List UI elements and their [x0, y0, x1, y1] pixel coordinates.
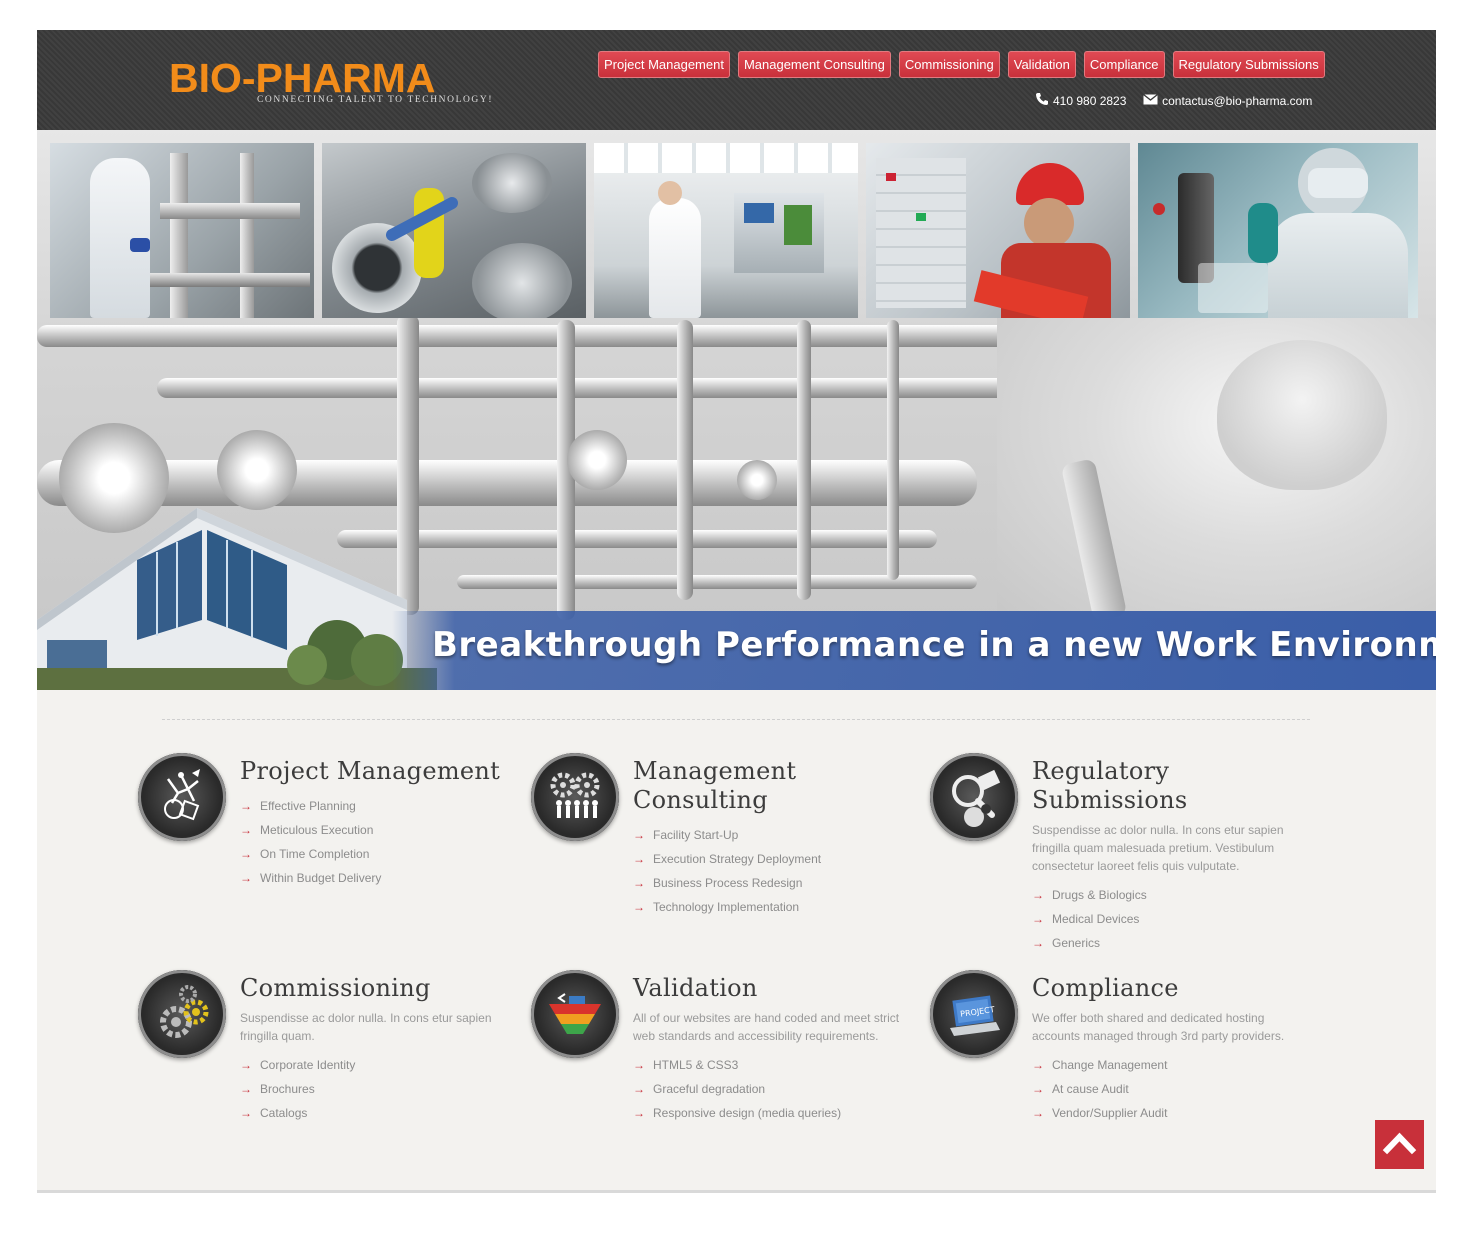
process-diagram-icon — [531, 970, 619, 1058]
list-item[interactable]: → Meticulous Execution — [240, 818, 520, 842]
nav-commissioning[interactable]: Commissioning — [898, 51, 1000, 78]
service-list: → HTML5 & CSS3 → Graceful degradation → Res… — [633, 1053, 913, 1125]
hero-banner: Breakthrough Performance in a new Work E… — [37, 130, 1436, 690]
service-list: → Effective Planning → Meticulous Executio… — [240, 794, 520, 890]
contact-info: 410 980 2823 contactus@bio-pharma.com — [1035, 92, 1312, 108]
email-link[interactable]: contactus@bio-pharma.com — [1162, 94, 1312, 108]
list-item[interactable]: → Graceful degradation — [633, 1077, 913, 1101]
arrow-right-icon: → — [240, 1058, 252, 1072]
list-item[interactable]: → Medical Devices — [1032, 907, 1322, 931]
service-description: All of our websites are hand coded and m… — [633, 1011, 900, 1043]
service-title[interactable]: Compliance — [1032, 974, 1312, 1003]
list-item[interactable]: → Facility Start-Up — [633, 823, 833, 847]
list-item[interactable]: → Within Budget Delivery — [240, 866, 520, 890]
arrow-right-icon: → — [240, 799, 252, 813]
arrow-right-icon: → — [633, 1106, 645, 1120]
arrow-right-icon: → — [633, 1082, 645, 1096]
list-item[interactable]: → HTML5 & CSS3 — [633, 1053, 913, 1077]
page: BIO-PHARMA CONNECTING TALENT TO TECHNOLO… — [37, 30, 1436, 1193]
list-item[interactable]: → Corporate Identity — [240, 1053, 510, 1077]
arrow-right-icon: → — [1032, 1058, 1044, 1072]
list-item[interactable]: → Effective Planning — [240, 794, 520, 818]
arrow-right-icon: → — [633, 900, 645, 914]
site-header: BIO-PHARMA CONNECTING TALENT TO TECHNOLO… — [37, 30, 1436, 130]
hero-photo-engineer-clipboard — [866, 143, 1130, 318]
envelope-icon — [1143, 93, 1158, 109]
magnifier-document-icon — [930, 753, 1018, 841]
list-item[interactable]: → Drugs & Biologics — [1032, 883, 1322, 907]
arrow-right-icon: → — [240, 823, 252, 837]
service-title[interactable]: Validation — [633, 974, 913, 1003]
list-item[interactable]: → Business Process Redesign — [633, 871, 833, 895]
list-item[interactable]: → Vendor/Supplier Audit — [1032, 1101, 1312, 1125]
arrow-right-icon: → — [240, 871, 252, 885]
service-list: → Drugs & Biologics → Medical Devices → Gen… — [1032, 883, 1322, 955]
service-title[interactable]: Commissioning — [240, 974, 510, 1003]
nav-management-consulting[interactable]: Management Consulting — [737, 51, 891, 78]
service-description: Suspendisse ac dolor nulla. In cons etur… — [1032, 823, 1284, 873]
hero-photo-scientist-microscope — [1138, 143, 1418, 318]
arrow-right-icon: → — [1032, 912, 1044, 926]
hero-photo-lab-technician — [594, 143, 858, 318]
scroll-to-top-button[interactable] — [1375, 1120, 1424, 1169]
main-nav: Project Management Management Consulting… — [598, 51, 1325, 78]
list-item[interactable]: → Brochures — [240, 1077, 510, 1101]
nav-project-management[interactable]: Project Management — [598, 51, 730, 78]
service-title[interactable]: Management Consulting — [633, 757, 833, 815]
hero-headline-bar: Breakthrough Performance in a new Work E… — [392, 611, 1436, 690]
hero-building — [37, 500, 437, 690]
arrow-right-icon: → — [240, 1106, 252, 1120]
phone-number[interactable]: 410 980 2823 — [1053, 94, 1126, 108]
arrow-right-icon: → — [1032, 936, 1044, 950]
project-laptop-icon: PROJECT — [930, 970, 1018, 1058]
service-description: Suspendisse ac dolor nulla. In cons etur… — [240, 1011, 492, 1043]
arrow-right-icon: → — [240, 1082, 252, 1096]
arrow-right-icon: → — [633, 828, 645, 842]
list-item[interactable]: → Technology Implementation — [633, 895, 833, 919]
arrow-right-icon: → — [1032, 1082, 1044, 1096]
nav-validation[interactable]: Validation — [1007, 51, 1076, 78]
list-item[interactable]: → Generics — [1032, 931, 1322, 955]
service-title[interactable]: Project Management — [240, 757, 520, 786]
service-list: → Corporate Identity → Brochures → Catalogs — [240, 1053, 510, 1125]
list-item[interactable]: → At cause Audit — [1032, 1077, 1312, 1101]
service-title[interactable]: Regulatory Submissions — [1032, 757, 1322, 815]
list-item[interactable]: → On Time Completion — [240, 842, 520, 866]
hero-headline: Breakthrough Performance in a new Work E… — [432, 625, 1436, 665]
section-divider — [162, 719, 1310, 720]
chevron-up-icon — [1382, 1132, 1417, 1155]
phone-icon — [1035, 92, 1049, 110]
site-logo[interactable]: BIO-PHARMA CONNECTING TALENT TO TECHNOLO… — [169, 55, 492, 110]
arrow-right-icon: → — [240, 847, 252, 861]
list-item[interactable]: → Catalogs — [240, 1101, 510, 1125]
nav-regulatory-submissions[interactable]: Regulatory Submissions — [1172, 51, 1325, 78]
project-management-icon — [138, 753, 226, 841]
list-item[interactable]: → Change Management — [1032, 1053, 1312, 1077]
arrow-right-icon: → — [633, 876, 645, 890]
nav-compliance[interactable]: Compliance — [1083, 51, 1165, 78]
service-list: → Change Management → At cause Audit → Vend… — [1032, 1053, 1312, 1125]
service-description: We offer both shared and dedicated hosti… — [1032, 1011, 1285, 1043]
logo-text: BIO-PHARMA — [169, 55, 436, 101]
logo-tagline: CONNECTING TALENT TO TECHNOLOGY! — [257, 95, 494, 105]
gears-icon — [138, 970, 226, 1058]
gears-people-icon — [531, 753, 619, 841]
list-item[interactable]: → Execution Strategy Deployment — [633, 847, 833, 871]
arrow-right-icon: → — [633, 1058, 645, 1072]
list-item[interactable]: → Responsive design (media queries) — [633, 1101, 913, 1125]
hero-photo-tanks — [322, 143, 586, 318]
arrow-right-icon: → — [1032, 888, 1044, 902]
arrow-right-icon: → — [633, 852, 645, 866]
service-list: → Facility Start-Up → Execution Strategy D… — [633, 823, 833, 919]
arrow-right-icon: → — [1032, 1106, 1044, 1120]
hero-photo-cleanroom — [50, 143, 314, 318]
